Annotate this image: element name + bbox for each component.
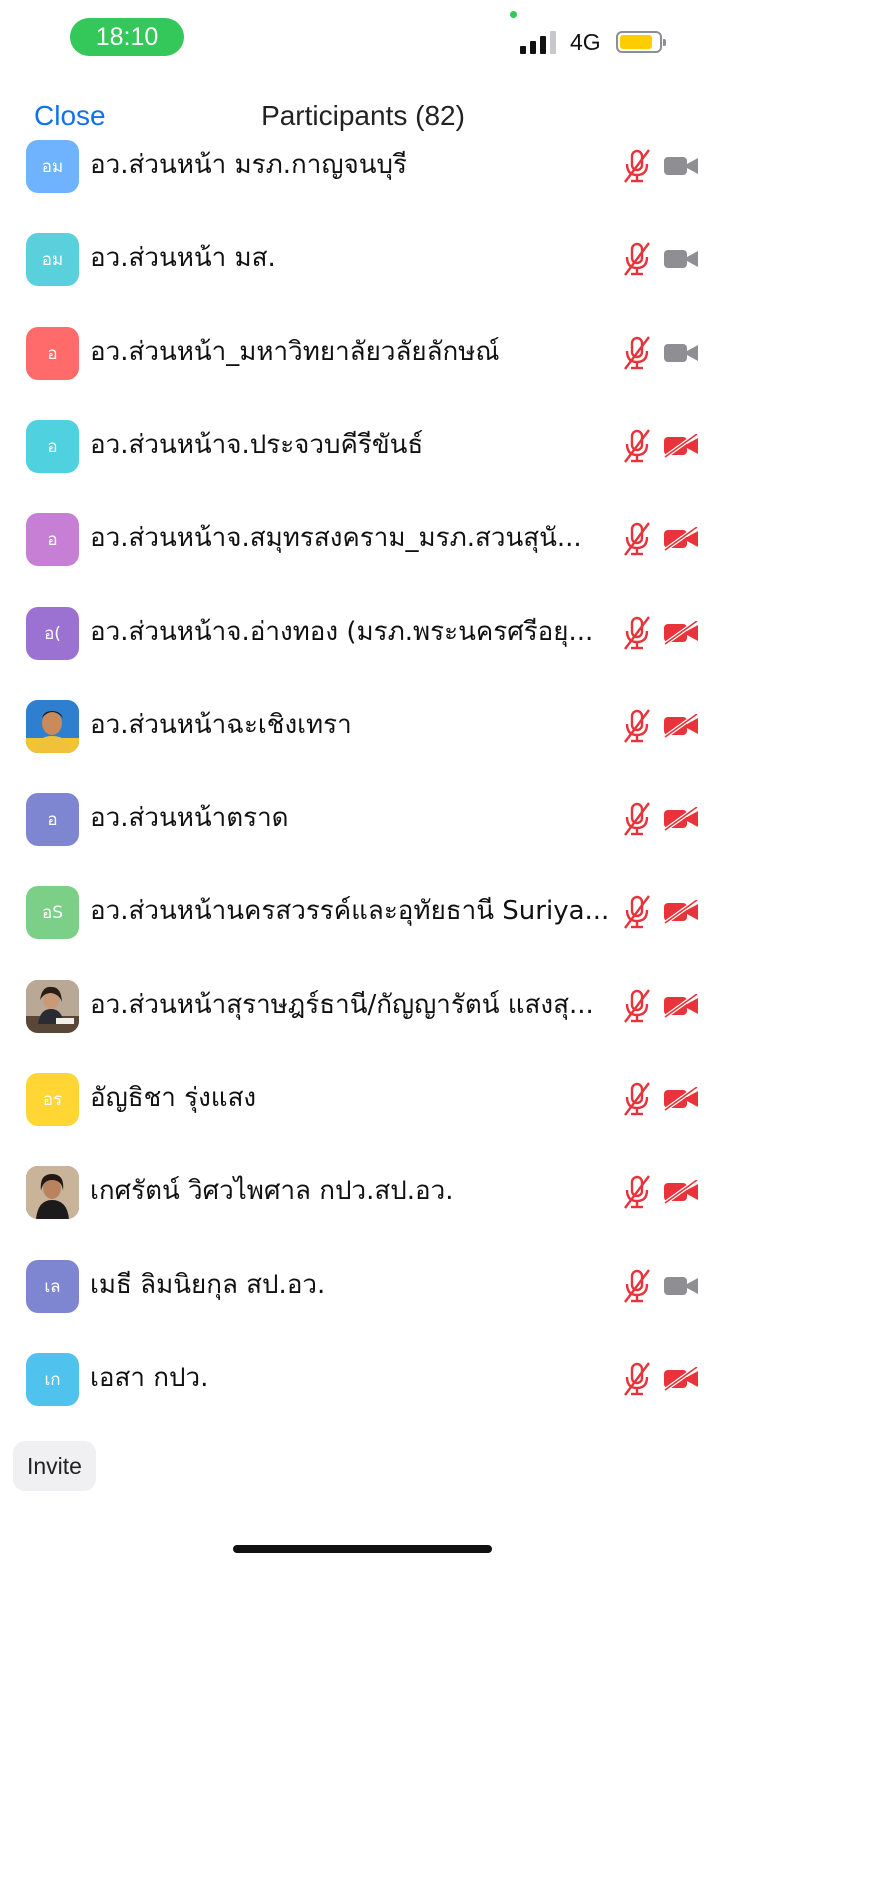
mic-muted-icon	[622, 894, 652, 930]
video-off-icon	[663, 1365, 699, 1392]
mic-muted-icon	[622, 335, 652, 371]
video-camera-icon	[663, 341, 699, 365]
participant-name: เกศรัตน์ วิศวไพศาล กปว.สป.อว.	[90, 1176, 454, 1207]
camera-in-use-indicator	[510, 11, 517, 18]
participant-row[interactable]: อ( อว.ส่วนหน้าจ.อ่างทอง (มรภ.พระนครศรีอยุ…	[0, 591, 726, 671]
mic-muted-icon	[622, 1268, 652, 1304]
participant-row[interactable]: อม อว.ส่วนหน้า มส.	[0, 217, 726, 297]
video-off-icon	[663, 432, 699, 459]
battery-icon	[616, 31, 666, 53]
mic-muted-icon	[622, 1081, 652, 1117]
participant-name: อว.ส่วนหน้าฉะเชิงเทรา	[90, 709, 352, 740]
participant-name: อว.ส่วนหน้า มรภ.กาญจนบุรี	[90, 150, 407, 180]
participant-row[interactable]: เก เอสา กปว.	[0, 1337, 726, 1417]
avatar: อร	[26, 1073, 79, 1126]
avatar: เล	[26, 1259, 79, 1313]
participant-name: เมธี ลิมนิยกุล สป.อว.	[90, 1269, 326, 1300]
participant-name: อว.ส่วนหน้า_มหาวิทยาลัยวลัยลักษณ์	[90, 336, 500, 367]
participant-name: อว.ส่วนหน้าจ.สมุทรสงคราม_มรภ.สวนสุนั...	[90, 523, 582, 554]
participant-row[interactable]: อ อว.ส่วนหน้า_มหาวิทยาลัยวลัยลักษณ์	[0, 311, 726, 391]
video-off-icon	[663, 805, 699, 832]
avatar: เก	[26, 1352, 79, 1406]
participant-row[interactable]: อ อว.ส่วนหน้าจ.ประจวบคีรีขันธ์	[0, 404, 726, 484]
participant-row[interactable]: เกศรัตน์ วิศวไพศาล กปว.สป.อว.	[0, 1150, 726, 1230]
mic-muted-icon	[622, 615, 652, 651]
mic-muted-icon	[622, 241, 652, 277]
participant-row[interactable]: อS อว.ส่วนหน้านครสวรรค์และอุทัยธานี Suriy…	[0, 870, 726, 950]
network-type: 4G	[570, 29, 601, 55]
avatar: อ	[26, 419, 79, 473]
invite-button[interactable]: Invite	[13, 1441, 96, 1491]
video-off-icon	[663, 898, 699, 926]
participant-name: เอสา กปว.	[90, 1362, 209, 1393]
participant-name: อว.ส่วนหน้าสุราษฎร์ธานี/กัญญารัตน์ แสงสุ…	[90, 989, 594, 1020]
status-bar: 18:10 4G	[0, 0, 726, 75]
mic-muted-icon	[622, 801, 652, 837]
video-camera-icon	[663, 1274, 699, 1298]
participant-row[interactable]: อ อว.ส่วนหน้าจ.สมุทรสงคราม_มรภ.สวนสุนั...	[0, 497, 726, 577]
avatar: อ	[26, 513, 79, 567]
video-off-icon	[663, 992, 699, 1019]
mic-muted-icon	[622, 428, 652, 464]
mic-muted-icon	[622, 148, 652, 184]
avatar: อม	[26, 140, 79, 193]
participant-name: อว.ส่วนหน้า มส.	[90, 243, 276, 274]
video-off-icon	[663, 1085, 699, 1112]
mic-muted-icon	[622, 521, 652, 557]
cellular-signal-icon	[520, 30, 560, 54]
participant-row[interactable]: อว.ส่วนหน้าฉะเชิงเทรา	[0, 684, 726, 764]
video-camera-icon	[663, 247, 699, 271]
avatar	[26, 979, 79, 1033]
participant-row[interactable]: อว.ส่วนหน้าสุราษฎร์ธานี/กัญญารัตน์ แสงสุ…	[0, 964, 726, 1044]
avatar: อ(	[26, 606, 79, 660]
avatar: อม	[26, 233, 79, 287]
avatar	[26, 699, 79, 753]
participant-name: อว.ส่วนหน้าตราด	[90, 803, 289, 834]
participant-row[interactable]: เล เมธี ลิมนิยกุล สป.อว.	[0, 1244, 726, 1324]
video-off-icon	[663, 1178, 699, 1205]
participant-row[interactable]: อ อว.ส่วนหน้าตราด	[0, 777, 726, 857]
battery-level	[620, 35, 652, 49]
video-camera-icon	[663, 154, 699, 178]
mic-muted-icon	[622, 1361, 652, 1397]
status-time: 18:10	[70, 18, 184, 56]
mic-muted-icon	[622, 1174, 652, 1210]
home-indicator[interactable]	[233, 1545, 492, 1553]
video-off-icon	[663, 712, 699, 739]
mic-muted-icon	[622, 988, 652, 1024]
participant-name: อว.ส่วนหน้าจ.อ่างทอง (มรภ.พระนครศรีอยุ..…	[90, 616, 594, 647]
avatar: อS	[26, 886, 79, 940]
participant-name: อว.ส่วนหน้าจ.ประจวบคีรีขันธ์	[90, 429, 424, 460]
participant-name: อัญธิชา รุ่งแสง	[90, 1083, 257, 1113]
participant-row[interactable]: อม อว.ส่วนหน้า มรภ.กาญจนบุรี	[0, 124, 726, 204]
avatar: อ	[26, 326, 79, 380]
avatar	[26, 1166, 79, 1220]
video-off-icon	[663, 618, 699, 646]
avatar: อ	[26, 793, 79, 847]
participant-row[interactable]: อร อัญธิชา รุ่งแสง	[0, 1057, 726, 1137]
participant-name: อว.ส่วนหน้านครสวรรค์และอุทัยธานี Suriya.…	[90, 896, 610, 927]
mic-muted-icon	[622, 708, 652, 744]
video-off-icon	[663, 525, 699, 552]
